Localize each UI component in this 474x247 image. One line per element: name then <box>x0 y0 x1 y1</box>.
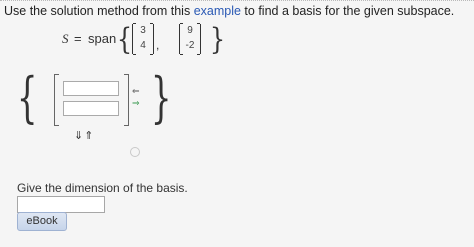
remove-column-arrow-icon[interactable]: ⇒ <box>132 99 140 108</box>
vector-2: 9 -2 <box>179 23 201 55</box>
top-divider <box>0 0 474 2</box>
set-brace-left: { <box>116 22 133 57</box>
instruction-suffix: to find a basis for the given subspace. <box>244 4 455 18</box>
matrix-bracket-left <box>54 74 59 126</box>
span-function: span <box>88 31 117 46</box>
add-column-arrow-icon[interactable]: ⇐ <box>132 87 140 96</box>
subspace-symbol: S <box>62 31 69 46</box>
row-resize-arrows-icon[interactable]: ⇓⇑ <box>74 129 94 142</box>
dimension-answer-input[interactable] <box>17 196 105 213</box>
basis-answer-widget: { ⇐ ⇒ ⇓⇑ } <box>16 68 176 148</box>
matrix-bracket-right <box>124 74 129 126</box>
answer-brace-left: { <box>16 66 38 129</box>
instruction-text: Use the solution method from this exampl… <box>4 4 454 18</box>
equals-sign: = <box>74 31 82 46</box>
set-brace-right: } <box>209 22 226 57</box>
span-equation: S = span { 3 4 , 9 -2 } <box>62 22 226 58</box>
vector-1: 3 4 <box>132 23 154 55</box>
answer-brace-right: } <box>150 66 172 129</box>
instruction-prefix: Use the solution method from this <box>4 4 191 18</box>
basis-matrix: ⇐ ⇒ <box>54 74 142 126</box>
ebook-button[interactable]: eBook <box>17 212 67 231</box>
example-link[interactable]: example <box>194 4 241 18</box>
dimension-question: Give the dimension of the basis. <box>17 181 188 195</box>
vector-1-entry-1: 3 <box>140 25 146 36</box>
matrix-cell-1[interactable] <box>63 81 119 96</box>
vector-1-entry-2: 4 <box>140 40 146 51</box>
vector-2-entry-2: -2 <box>185 40 195 51</box>
loading-spinner-icon <box>130 147 140 157</box>
vector-2-entry-1: 9 <box>187 25 193 36</box>
vector-separator: , <box>156 38 160 52</box>
matrix-cell-2[interactable] <box>63 101 119 116</box>
